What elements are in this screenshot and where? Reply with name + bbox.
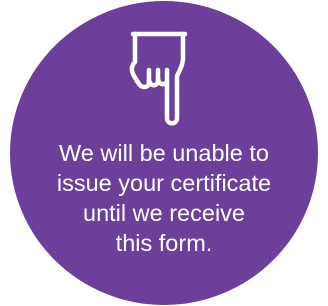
notice-message: We will be unable to issue your certific… (30, 138, 298, 258)
message-line: this form. (115, 230, 213, 256)
message-line: until we receive (83, 200, 245, 226)
pointing-down-hand-icon (129, 31, 188, 126)
message-line: issue your certificate (56, 170, 272, 196)
message-line: We will be unable to (59, 140, 269, 166)
